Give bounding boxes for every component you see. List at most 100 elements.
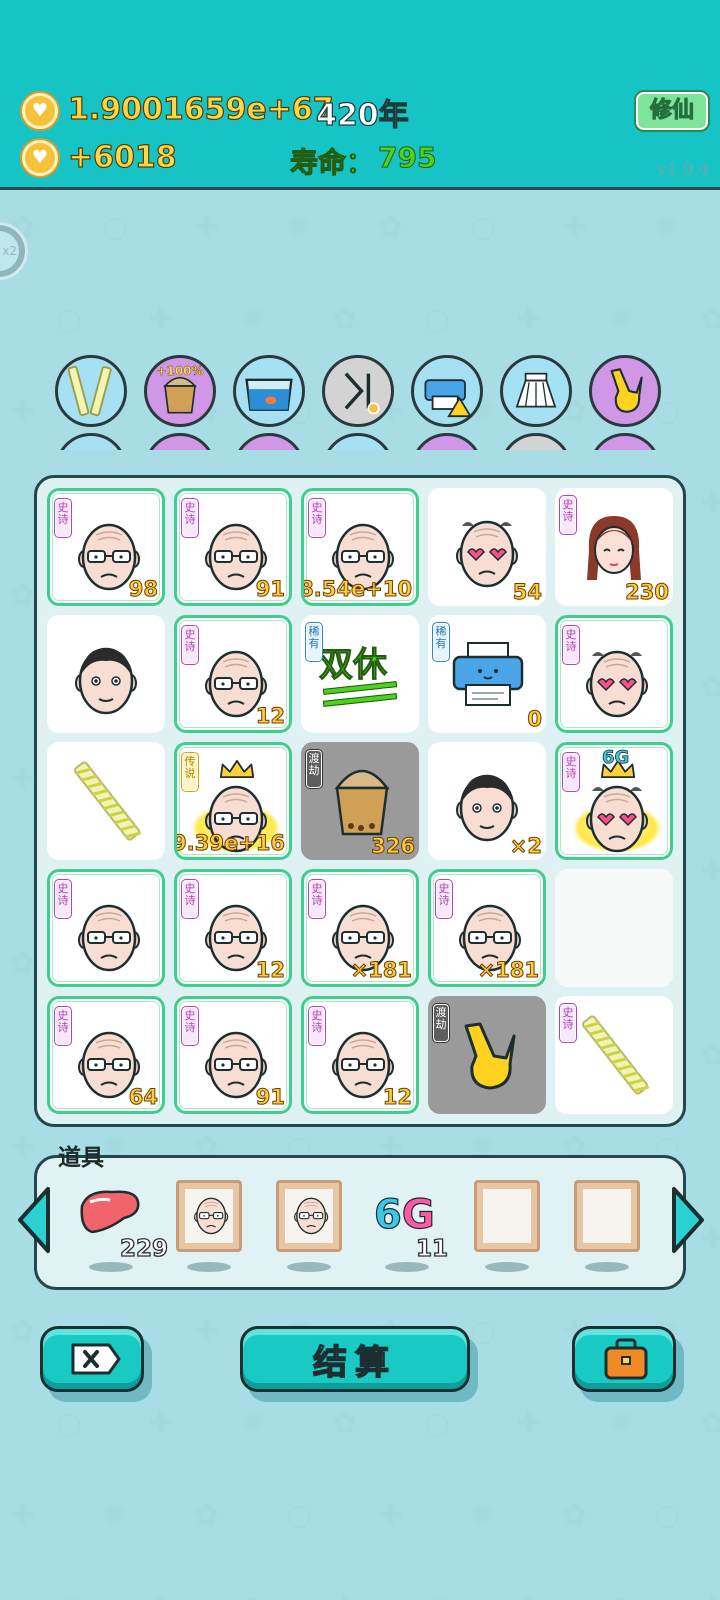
merge-board: 史诗 98 史诗 91 史诗 8.54e+10 54 史诗 230 史诗 12 双休 稀有 稀有 0 史诗 传说… <box>34 475 686 1127</box>
skill-rock-hand-icon[interactable] <box>589 355 661 427</box>
background-pattern-glyph: ✺ <box>102 1498 128 1533</box>
year-counter: 420年 <box>315 97 409 133</box>
skill-row2-partial[interactable] <box>589 433 661 450</box>
skill-skirt-icon[interactable] <box>500 355 572 427</box>
skill-printer-warning-icon[interactable] <box>411 355 483 427</box>
board-cell-count: 12 <box>255 704 285 729</box>
board-cell-old-man[interactable]: 史诗 64 <box>47 996 165 1114</box>
board-cell-printer[interactable]: 稀有 0 <box>428 615 546 733</box>
prop-portrait-frame-icon[interactable] <box>176 1180 242 1256</box>
delete-tag-icon <box>71 1343 121 1375</box>
prop-empty-frame-icon[interactable] <box>474 1180 540 1256</box>
top-bar: 1.9001659e+67 420年 +6018 寿命： 795 修仙 v1.9… <box>0 0 720 190</box>
skill-row2-partial[interactable] <box>144 433 216 450</box>
heart-glasses-face-icon <box>584 646 650 720</box>
board-cell-count: 98 <box>128 577 158 602</box>
background-pattern-glyph: ○ <box>424 1406 451 1441</box>
crown-icon <box>219 759 255 783</box>
rarity-tag: 史诗 <box>309 1007 325 1045</box>
board-cell-straw[interactable]: 史诗 <box>555 996 673 1114</box>
skill-row2-partial[interactable] <box>55 433 127 450</box>
board-cell-straw[interactable] <box>47 742 165 860</box>
prop-portrait-frame-icon[interactable] <box>276 1180 342 1256</box>
skill-fish-tank-icon[interactable] <box>233 355 305 427</box>
board-cell-old-man[interactable]: 史诗 12 <box>174 869 292 987</box>
crowned-face-icon <box>584 781 650 855</box>
rarity-tag: 稀有 <box>306 623 322 661</box>
background-pattern-glyph: ✿ <box>700 1038 720 1073</box>
skill-row2-partial[interactable] <box>233 433 305 450</box>
board-cell-old-man[interactable]: 史诗 12 <box>174 615 292 733</box>
skill-row2-partial[interactable] <box>411 433 483 450</box>
board-cell-young-man[interactable] <box>47 615 165 733</box>
rarity-tag: 史诗 <box>55 1007 71 1045</box>
board-cell-old-man[interactable]: 史诗 91 <box>174 488 292 606</box>
board-cell-young-man[interactable]: ×2 <box>428 742 546 860</box>
background-pattern-glyph: ○ <box>286 1498 313 1533</box>
prop-shadow <box>385 1262 429 1272</box>
background-pattern-glyph: ✺ <box>654 210 680 245</box>
board-cell-old-man[interactable]: 史诗 91 <box>174 996 292 1114</box>
prop-shadow <box>287 1262 331 1272</box>
shuangxiu-text: 双休 <box>319 645 388 686</box>
skill-skip-icon[interactable] <box>322 355 394 427</box>
prop-shadow <box>485 1262 529 1272</box>
young-man-face-icon <box>73 643 139 717</box>
background-pattern-glyph: ✚ <box>516 302 542 337</box>
board-cell-rock-hand[interactable]: 渡劫 <box>428 996 546 1114</box>
delete-button[interactable] <box>40 1326 144 1392</box>
board-cell-bubble-tea[interactable]: 渡劫 326 <box>301 742 419 860</box>
background-pattern-glyph: ✚ <box>700 1590 720 1600</box>
board-cell-empty[interactable] <box>555 869 673 987</box>
board-cell-old-man[interactable]: 史诗 12 <box>301 996 419 1114</box>
bag-button[interactable] <box>572 1326 676 1392</box>
straw-icon <box>575 1010 655 1104</box>
board-cell-crown-king[interactable]: 传说 9.39e+16 <box>174 742 292 860</box>
background-pattern-glyph: ✿ <box>10 1314 36 1349</box>
board-cell-old-man-heart-glasses[interactable]: 史诗 <box>555 615 673 733</box>
board-cell-old-man[interactable]: 史诗 98 <box>47 488 165 606</box>
props-title: 道具 <box>58 1145 104 1171</box>
prop-shadow <box>585 1262 629 1272</box>
background-pattern-glyph: ✚ <box>700 486 720 521</box>
background-pattern-glyph: ✺ <box>240 1406 266 1441</box>
props-next-arrow-icon[interactable] <box>668 1185 708 1255</box>
prop-count: 229 <box>119 1235 169 1262</box>
board-cell-old-man[interactable]: 史诗 ×181 <box>428 869 546 987</box>
rarity-tag: 稀有 <box>433 623 449 661</box>
board-cell-shuangxiu-text[interactable]: 双休 稀有 <box>301 615 419 733</box>
background-pattern-glyph: ✺ <box>286 210 312 245</box>
board-cell-old-man[interactable]: 史诗 ×181 <box>301 869 419 987</box>
background-pattern-glyph: ○ <box>608 1590 634 1600</box>
skill-row2-partial[interactable] <box>500 433 572 450</box>
background-pattern-glyph: ✚ <box>148 1406 174 1441</box>
background-pattern-glyph: ✚ <box>10 762 36 797</box>
board-cell-count: ×2 <box>509 834 542 859</box>
board-cell-heart-glasses-man[interactable]: 54 <box>428 488 546 606</box>
background-pattern-glyph: ○ <box>470 210 497 245</box>
skill-bubble-tea-boost-icon[interactable]: +100% <box>144 355 216 427</box>
board-cell-count: 12 <box>382 1085 412 1110</box>
young-man-face-icon <box>454 770 520 844</box>
background-pattern-glyph: ✚ <box>10 394 36 429</box>
background-pattern-glyph: ✚ <box>148 302 174 337</box>
background-pattern-glyph: ✺ <box>470 1498 496 1533</box>
prop-empty-frame-icon[interactable] <box>574 1180 640 1256</box>
background-pattern-glyph: ✚ <box>194 1314 220 1349</box>
skill-row2-partial[interactable] <box>322 433 394 450</box>
board-cell-old-man[interactable]: 史诗 8.54e+10 <box>301 488 419 606</box>
background-pattern-glyph: ✚ <box>516 1406 542 1441</box>
settle-button[interactable]: 结算 <box>240 1326 470 1392</box>
board-cell-old-man[interactable]: 史诗 <box>47 869 165 987</box>
board-cell-count: 91 <box>255 1085 285 1110</box>
background-pattern-glyph: ✚ <box>562 210 588 245</box>
skill-straw-icon[interactable] <box>55 355 127 427</box>
background-pattern-glyph: ✚ <box>332 1590 357 1600</box>
board-cell-crown-6g[interactable]: 6G 史诗 <box>555 742 673 860</box>
board-cell-braid-girl[interactable]: 史诗 230 <box>555 488 673 606</box>
props-prev-arrow-icon[interactable] <box>14 1185 54 1255</box>
background-pattern-glyph: ○ <box>56 1406 83 1441</box>
cultivate-button[interactable]: 修仙 <box>636 92 708 130</box>
lifespan-value: 795 <box>377 141 437 175</box>
background-pattern-glyph: ✚ <box>700 854 720 889</box>
